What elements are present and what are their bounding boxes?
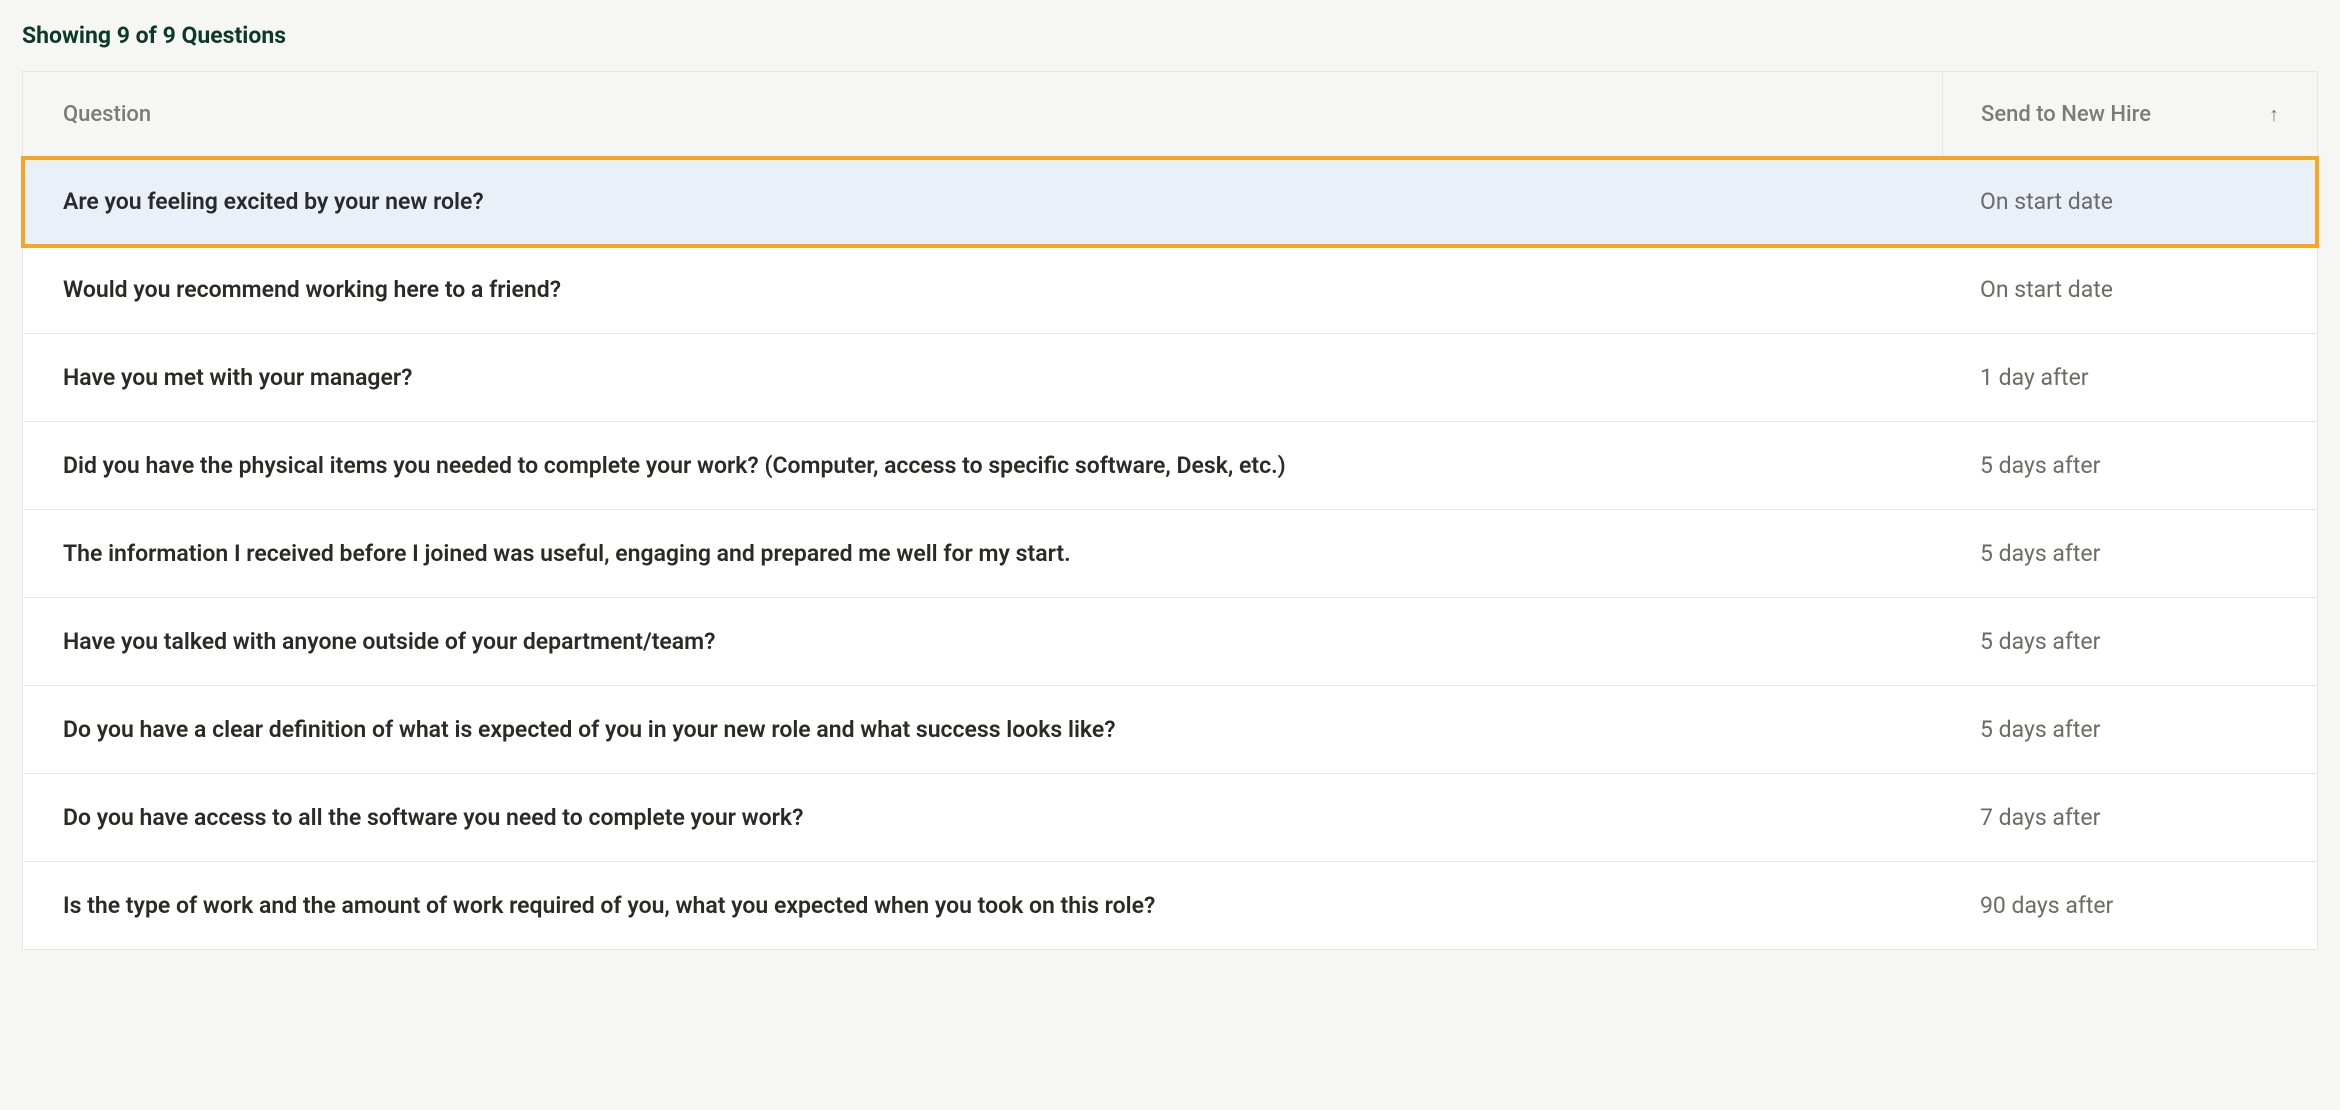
schedule-cell: 5 days after — [1942, 422, 2317, 509]
column-header-question[interactable]: Question — [23, 72, 1942, 157]
table-body: Are you feeling excited by your new role… — [23, 158, 2317, 949]
results-count: Showing 9 of 9 Questions — [22, 22, 2318, 49]
column-header-question-label: Question — [63, 102, 151, 127]
table-row[interactable]: Did you have the physical items you need… — [23, 422, 2317, 510]
table-row[interactable]: Are you feeling excited by your new role… — [23, 158, 2317, 246]
column-header-schedule-label: Send to New Hire — [1981, 102, 2151, 127]
questions-table: Question Send to New Hire ↑ Are you feel… — [22, 71, 2318, 950]
table-row[interactable]: The information I received before I join… — [23, 510, 2317, 598]
table-row[interactable]: Is the type of work and the amount of wo… — [23, 862, 2317, 949]
table-row[interactable]: Do you have a clear definition of what i… — [23, 686, 2317, 774]
schedule-cell: 90 days after — [1942, 862, 2317, 949]
schedule-cell: 7 days after — [1942, 774, 2317, 861]
table-row[interactable]: Have you met with your manager?1 day aft… — [23, 334, 2317, 422]
question-cell: Have you met with your manager? — [23, 334, 1942, 421]
question-cell: The information I received before I join… — [23, 510, 1942, 597]
question-cell: Have you talked with anyone outside of y… — [23, 598, 1942, 685]
question-cell: Do you have a clear definition of what i… — [23, 686, 1942, 773]
sort-ascending-icon: ↑ — [2269, 102, 2279, 127]
schedule-cell: 1 day after — [1942, 334, 2317, 421]
table-header-row: Question Send to New Hire ↑ — [23, 72, 2317, 158]
question-cell: Are you feeling excited by your new role… — [23, 158, 1942, 245]
column-header-schedule[interactable]: Send to New Hire ↑ — [1942, 72, 2317, 157]
table-row[interactable]: Do you have access to all the software y… — [23, 774, 2317, 862]
table-row[interactable]: Have you talked with anyone outside of y… — [23, 598, 2317, 686]
schedule-cell: 5 days after — [1942, 598, 2317, 685]
question-cell: Do you have access to all the software y… — [23, 774, 1942, 861]
schedule-cell: 5 days after — [1942, 686, 2317, 773]
schedule-cell: On start date — [1942, 246, 2317, 333]
table-row[interactable]: Would you recommend working here to a fr… — [23, 246, 2317, 334]
question-cell: Would you recommend working here to a fr… — [23, 246, 1942, 333]
question-cell: Did you have the physical items you need… — [23, 422, 1942, 509]
schedule-cell: 5 days after — [1942, 510, 2317, 597]
schedule-cell: On start date — [1942, 158, 2317, 245]
question-cell: Is the type of work and the amount of wo… — [23, 862, 1942, 949]
